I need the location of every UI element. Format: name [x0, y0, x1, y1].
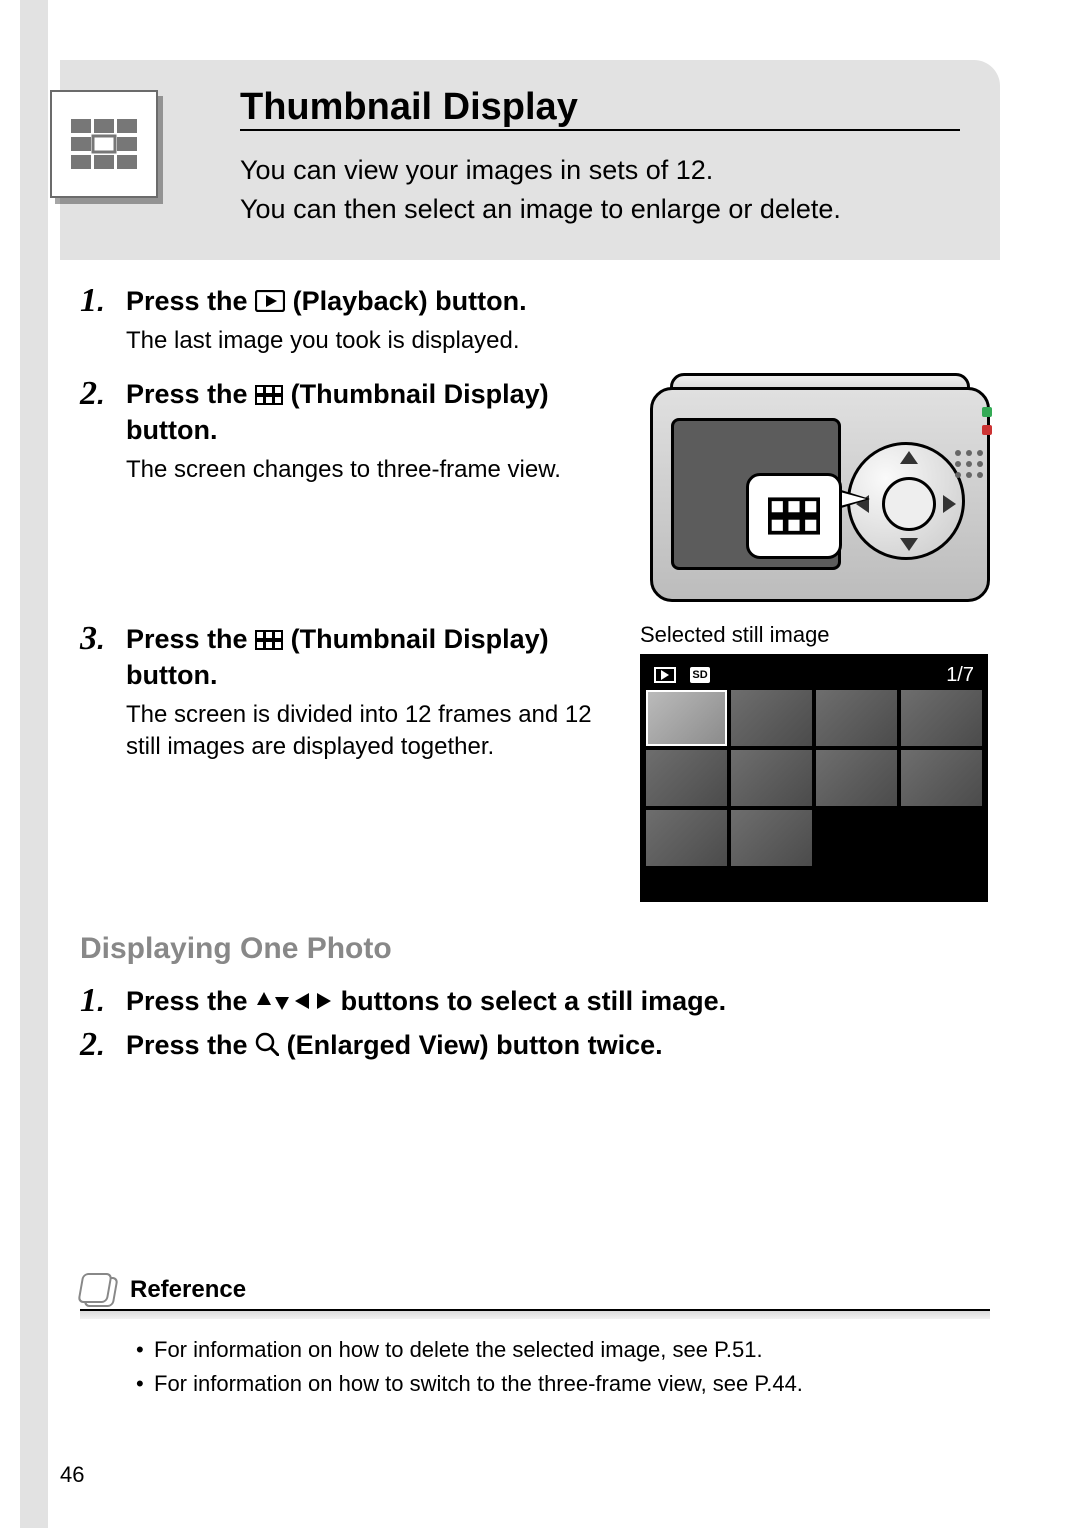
reference-list: For information on how to delete the sel…: [136, 1333, 990, 1401]
step-heading: Press the (Playback) button.: [126, 284, 976, 319]
reference-item: For information on how to switch to the …: [136, 1367, 990, 1401]
playback-icon: [255, 290, 285, 312]
reference-item: For information on how to delete the sel…: [136, 1333, 990, 1367]
step: 1. Press the buttons to select a still i…: [80, 984, 990, 1019]
step-sub: The last image you took is displayed.: [126, 325, 976, 357]
step: 2. Press the (Thumbnail Display) button.…: [80, 377, 990, 602]
sd-icon: SD: [690, 667, 710, 683]
page-number: 46: [60, 1462, 84, 1488]
thumbnail-preview: SD 1/7: [640, 654, 988, 902]
step: 3. Press the (Thumbnail Display) button.…: [80, 622, 990, 902]
step-sub: The screen is divided into 12 frames and…: [126, 699, 626, 764]
intro-line: You can then select an image to enlarge …: [240, 190, 960, 229]
step: 1. Press the (Playback) button. The last…: [80, 284, 990, 357]
preview-counter: 1/7: [946, 664, 974, 687]
step: 2. Press the (Enlarged View) button twic…: [80, 1028, 990, 1063]
step-number: 1.: [80, 984, 120, 1018]
section-header: Thumbnail Display You can view your imag…: [60, 60, 1000, 260]
camera-illustration: [640, 377, 990, 602]
side-tab: [20, 0, 48, 1528]
step-heading: Press the (Enlarged View) button twice.: [126, 1028, 976, 1063]
thumbnail-icon: [255, 385, 283, 405]
thumbnail-icon: [255, 630, 283, 650]
thumbnail-badge-icon: [50, 90, 158, 198]
subsection-title: Displaying One Photo: [80, 932, 990, 966]
reference-title: Reference: [130, 1276, 252, 1304]
reference-icon: [80, 1273, 120, 1307]
step-heading: Press the (Thumbnail Display) button.: [126, 622, 626, 692]
step-heading: Press the (Thumbnail Display) button.: [126, 377, 626, 447]
preview-caption: Selected still image: [640, 622, 990, 648]
step-sub: The screen changes to three-frame view.: [126, 454, 626, 486]
section-title: Thumbnail Display: [240, 78, 960, 131]
step-number: 3.: [80, 622, 120, 656]
directional-buttons-icon: [255, 990, 333, 1012]
section-intro: You can view your images in sets of 12. …: [240, 151, 960, 229]
thumbnail-callout-icon: [746, 473, 842, 559]
play-mode-icon: [654, 667, 676, 683]
step-number: 2.: [80, 1028, 120, 1062]
step-number: 1.: [80, 284, 120, 318]
intro-line: You can view your images in sets of 12.: [240, 151, 960, 190]
step-heading: Press the buttons to select a still imag…: [126, 984, 976, 1019]
magnify-icon: [255, 1032, 279, 1056]
step-number: 2.: [80, 377, 120, 411]
reference-box: Reference For information on how to dele…: [80, 1273, 990, 1401]
